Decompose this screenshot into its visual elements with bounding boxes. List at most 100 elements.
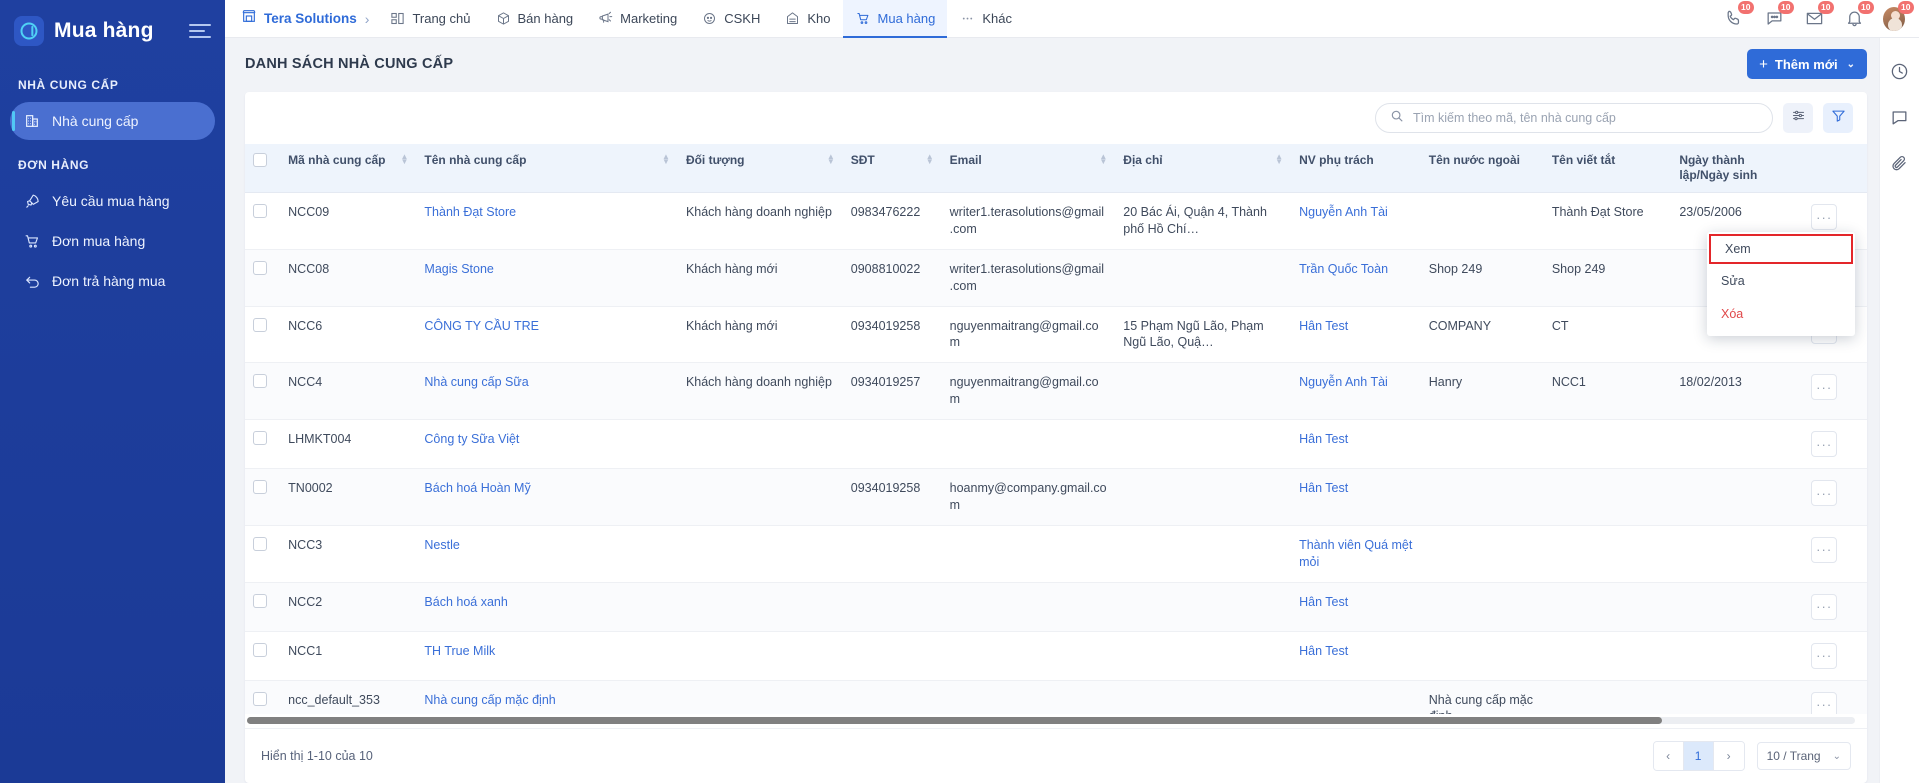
- row-checkbox[interactable]: [253, 691, 267, 706]
- page-number-1[interactable]: 1: [1683, 742, 1714, 770]
- sort-icon[interactable]: ▲ ▼: [827, 153, 835, 166]
- nav-item-kho[interactable]: Kho: [772, 0, 842, 38]
- nav-item-khac[interactable]: Khác: [947, 0, 1024, 38]
- cell-name[interactable]: Bách hoá xanh: [416, 582, 678, 632]
- row-actions-button[interactable]: ···: [1811, 480, 1838, 506]
- sidebar-item-yeu-cau-mua-hang[interactable]: Yêu cầu mua hàng: [10, 182, 215, 220]
- table-row[interactable]: TN0002 Bách hoá Hoàn Mỹ 0934019258 hoanm…: [245, 468, 1867, 526]
- table-row[interactable]: LHMKT004 Công ty Sữa Việt Hân Test ···: [245, 419, 1867, 469]
- table-row[interactable]: NCC4 Nhà cung cấp Sữa Khách hàng doanh n…: [245, 362, 1867, 420]
- row-actions-button[interactable]: ···: [1811, 691, 1838, 714]
- row-checkbox[interactable]: [253, 593, 267, 608]
- sidebar-item-don-mua-hang[interactable]: Đơn mua hàng: [10, 222, 215, 260]
- cell-name[interactable]: Nhà cung cấp Sữa: [416, 362, 678, 420]
- bell-icon[interactable]: 10: [1843, 0, 1874, 30]
- col-ma-nha-cung-cap[interactable]: Mã nhà cung cấp ▲ ▼: [280, 144, 417, 193]
- cell-staff[interactable]: Hân Test: [1291, 419, 1421, 469]
- badge-count: 10: [1897, 0, 1914, 14]
- row-checkbox[interactable]: [253, 317, 267, 332]
- row-checkbox[interactable]: [253, 536, 267, 551]
- cell-staff[interactable]: Hân Test: [1291, 468, 1421, 526]
- prev-page-button[interactable]: ‹: [1653, 742, 1684, 770]
- cell-staff[interactable]: Hân Test: [1291, 306, 1421, 364]
- sidebar-item-nha-cung-cap[interactable]: Nhà cung cấp: [10, 102, 215, 140]
- comment-icon[interactable]: [1889, 106, 1911, 128]
- nav-item-cskh[interactable]: CSKH: [689, 0, 772, 38]
- row-actions-button[interactable]: ···: [1811, 593, 1838, 620]
- scrollbar-track[interactable]: [247, 717, 1855, 724]
- row-actions-button[interactable]: ···: [1811, 431, 1838, 457]
- sort-icon[interactable]: ▲ ▼: [400, 153, 408, 166]
- context-menu-item-edit[interactable]: Sửa: [1707, 264, 1855, 297]
- phone-icon[interactable]: 10: [1723, 0, 1754, 30]
- column-settings-button[interactable]: [1783, 103, 1813, 133]
- per-page-select[interactable]: 10 / Trang ⌄: [1756, 742, 1851, 770]
- cell-name[interactable]: Magis Stone: [416, 249, 678, 307]
- mail-icon[interactable]: 10: [1803, 0, 1834, 30]
- cell-name[interactable]: Công ty Sữa Việt: [416, 419, 678, 469]
- sidebar-item-don-tra-hang-mua[interactable]: Đơn trả hàng mua: [10, 262, 215, 300]
- cell-staff[interactable]: [1291, 680, 1421, 714]
- row-context-menu[interactable]: Xem Sửa Xóa: [1707, 232, 1855, 336]
- nav-item-mua-hang[interactable]: Mua hàng: [842, 0, 948, 38]
- context-menu-item-delete[interactable]: Xóa: [1707, 297, 1855, 330]
- table-row[interactable]: NCC1 TH True Milk Hân Test ···: [245, 631, 1867, 681]
- sidebar-collapse-button[interactable]: [189, 20, 211, 42]
- row-checkbox[interactable]: [253, 204, 267, 218]
- row-actions-button[interactable]: ···: [1811, 536, 1838, 563]
- col-ten-nha-cung-cap[interactable]: Tên nhà cung cấp ▲ ▼: [416, 144, 678, 193]
- col-email[interactable]: Email ▲ ▼: [941, 144, 1116, 193]
- sort-icon[interactable]: ▲ ▼: [926, 153, 934, 166]
- nav-item-trang-chu[interactable]: Trang chủ: [377, 0, 482, 38]
- cell-name[interactable]: Bách hoá Hoàn Mỹ: [416, 468, 678, 526]
- table-scroll-region[interactable]: Mã nhà cung cấp ▲ ▼ Tên nhà cung cấp ▲ ▼ Đ…: [245, 144, 1867, 714]
- clock-icon[interactable]: [1889, 60, 1911, 82]
- brand-breadcrumb[interactable]: Tera Solutions: [235, 8, 363, 29]
- cell-name[interactable]: TH True Milk: [416, 631, 678, 681]
- row-checkbox[interactable]: [253, 260, 267, 275]
- cell-name[interactable]: Thành Đạt Store: [416, 192, 678, 250]
- table-row[interactable]: NCC6 CÔNG TY CẦU TRE Khách hàng mới 0934…: [245, 306, 1867, 364]
- table-row[interactable]: NCC2 Bách hoá xanh Hân Test ···: [245, 582, 1867, 632]
- cell-name[interactable]: Nhà cung cấp mặc định: [416, 680, 678, 714]
- row-checkbox[interactable]: [253, 642, 267, 657]
- cell-staff[interactable]: Thành viên Quá mệt mỏi: [1291, 525, 1421, 583]
- chat-icon[interactable]: 10: [1763, 0, 1794, 30]
- table-row[interactable]: NCC09 Thành Đạt Store Khách hàng doanh n…: [245, 192, 1867, 250]
- row-checkbox[interactable]: [253, 480, 267, 494]
- sort-icon[interactable]: ▲ ▼: [1099, 153, 1107, 166]
- sort-icon[interactable]: ▲ ▼: [1275, 153, 1283, 166]
- row-checkbox[interactable]: [253, 431, 267, 445]
- search-input[interactable]: [1413, 111, 1758, 125]
- cell-staff[interactable]: Hân Test: [1291, 582, 1421, 632]
- col-sdt[interactable]: SĐT ▲ ▼: [842, 144, 942, 193]
- sort-icon[interactable]: ▲ ▼: [662, 153, 670, 166]
- row-checkbox[interactable]: [253, 374, 267, 389]
- filter-button[interactable]: [1823, 103, 1853, 133]
- attachment-icon[interactable]: [1889, 152, 1911, 174]
- table-row[interactable]: NCC08 Magis Stone Khách hàng mới 0908810…: [245, 249, 1867, 307]
- cell-staff[interactable]: Hân Test: [1291, 631, 1421, 681]
- context-menu-item-view[interactable]: Xem: [1709, 234, 1853, 264]
- col-doi-tuong[interactable]: Đối tượng ▲ ▼: [677, 144, 843, 193]
- horizontal-scrollbar[interactable]: [245, 714, 1867, 728]
- table-row[interactable]: ncc_default_353 Nhà cung cấp mặc định Nh…: [245, 680, 1867, 714]
- cell-staff[interactable]: Nguyễn Anh Tài: [1291, 192, 1421, 250]
- cell-name[interactable]: CÔNG TY CẦU TRE: [416, 306, 678, 364]
- col-dia-chi[interactable]: Địa chỉ ▲ ▼: [1115, 144, 1292, 193]
- row-actions-button[interactable]: ···: [1811, 642, 1838, 669]
- row-actions-button[interactable]: ···: [1811, 204, 1838, 230]
- cell-name[interactable]: Nestle: [416, 525, 678, 583]
- avatar[interactable]: 10: [1883, 0, 1914, 31]
- scrollbar-thumb[interactable]: [247, 717, 1663, 724]
- nav-item-ban-hang[interactable]: Bán hàng: [483, 0, 586, 38]
- select-all-checkbox[interactable]: [253, 153, 267, 167]
- nav-item-marketing[interactable]: Marketing: [585, 0, 689, 38]
- table-row[interactable]: NCC3 Nestle Thành viên Quá mệt mỏi ···: [245, 525, 1867, 583]
- add-new-button[interactable]: + Thêm mới ⌄: [1747, 49, 1867, 79]
- row-actions-button[interactable]: ···: [1811, 374, 1838, 401]
- cell-staff[interactable]: Trần Quốc Toàn: [1291, 249, 1421, 307]
- next-page-button[interactable]: ›: [1713, 742, 1744, 770]
- search-box[interactable]: [1375, 103, 1773, 133]
- cell-staff[interactable]: Nguyễn Anh Tài: [1291, 362, 1421, 420]
